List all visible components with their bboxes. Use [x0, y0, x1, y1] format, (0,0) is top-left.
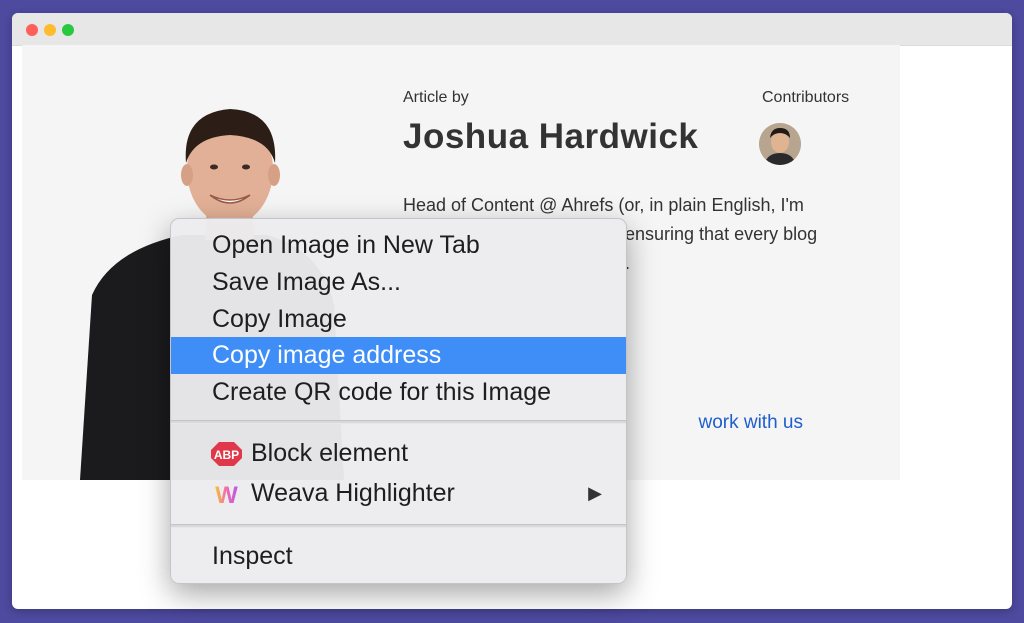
menu-separator	[171, 524, 626, 528]
work-with-us-link-text[interactable]: work with us	[698, 412, 803, 434]
contributors-label: Contributors	[762, 89, 850, 106]
menu-item-save-image-as[interactable]: Save Image As...	[171, 264, 626, 301]
menu-item-block-element[interactable]: ABP Block element	[171, 435, 626, 472]
menu-item-open-image-new-tab[interactable]: Open Image in New Tab	[171, 227, 626, 264]
menu-item-copy-image[interactable]: Copy Image	[171, 301, 626, 338]
menu-item-inspect[interactable]: Inspect	[171, 538, 626, 575]
menu-separator	[171, 420, 626, 424]
title-bar	[12, 13, 1012, 46]
menu-item-label: Weava Highlighter	[251, 479, 455, 507]
adblock-plus-icon: ABP	[211, 442, 242, 466]
minimize-window-button[interactable]	[44, 24, 56, 36]
context-menu: Open Image in New Tab Save Image As... C…	[170, 218, 627, 584]
svg-text:ABP: ABP	[214, 448, 239, 462]
weava-icon: W	[215, 482, 238, 506]
close-window-button[interactable]	[26, 24, 38, 36]
menu-item-label: Block element	[251, 439, 409, 467]
submenu-arrow-icon: ▶	[588, 483, 602, 503]
article-by-label: Article by	[403, 89, 469, 106]
author-name[interactable]: Joshua Hardwick	[403, 117, 698, 157]
menu-item-create-qr-code[interactable]: Create QR code for this Image	[171, 374, 626, 411]
bio-line: Head of Content @ Ahrefs (or, in plain E…	[403, 195, 804, 215]
svg-text:W: W	[215, 482, 238, 506]
menu-item-copy-image-address[interactable]: Copy image address	[171, 337, 626, 374]
contributor-avatar[interactable]	[759, 123, 801, 165]
maximize-window-button[interactable]	[62, 24, 74, 36]
menu-item-weava-highlighter[interactable]: W Weava Highlighter ▶	[171, 475, 626, 512]
